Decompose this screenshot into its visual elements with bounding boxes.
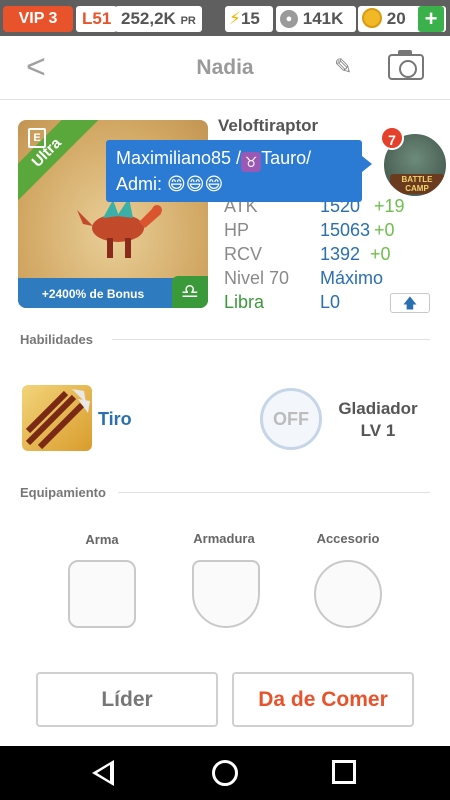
lightning-icon: ⚡ — [229, 9, 241, 28]
feed-button[interactable]: Da de Comer — [232, 672, 414, 727]
stat-label: RCV — [224, 244, 263, 264]
power-rating: 252,2K PR — [115, 6, 202, 32]
element-icon: E — [28, 128, 46, 148]
status-bar: VIP 3 L51 252,2K PR ⚡15 ● 141K 20 + — [0, 0, 450, 36]
food-counter[interactable]: ● 141K — [276, 6, 356, 32]
add-coins-button[interactable]: + — [418, 6, 444, 32]
system-nav-bar — [0, 746, 450, 800]
tooltip-line-2: Admi: 😄😄😄 — [116, 174, 224, 194]
player-level: L51 — [76, 6, 118, 32]
power-unit: PR — [180, 15, 196, 27]
edit-pencil-icon[interactable]: ✎ — [334, 54, 352, 80]
armor-slot[interactable] — [192, 560, 260, 628]
notification-badge: 7 — [380, 126, 404, 150]
energy-counter[interactable]: ⚡15 — [225, 6, 273, 32]
coins-counter: 20 + — [358, 6, 446, 32]
taurus-icon: ♉ — [241, 152, 262, 172]
stat-bonus: +0 — [374, 220, 395, 240]
stat-label: HP — [224, 220, 250, 240]
upgrade-arrow-button[interactable]: 🡅 — [390, 293, 430, 313]
stat-value: Máximo — [320, 268, 384, 288]
armor-label: Armadura — [193, 531, 255, 546]
stat-label: Nivel 70 — [224, 268, 290, 288]
page-header: < Nadia ✎ — [0, 36, 450, 100]
skills-section-title: Habilidades — [20, 332, 93, 347]
battle-camp-logo: BATTLE CAMP — [390, 174, 444, 194]
weapon-label: Arma — [85, 532, 119, 547]
arrows-skill-icon[interactable] — [22, 385, 92, 451]
pet-species: Veloftiraptor — [218, 116, 319, 135]
divider — [112, 339, 430, 340]
power-value: 252,2K — [121, 9, 176, 28]
stat-value: L0 — [320, 292, 341, 312]
passive-skill-name: Gladiador — [338, 399, 418, 418]
accessory-label: Accesorio — [316, 531, 380, 546]
accessory-slot[interactable] — [314, 560, 382, 628]
energy-value: 15 — [240, 9, 260, 28]
stat-bonus: +0 — [370, 244, 391, 264]
coin-icon — [362, 8, 382, 28]
page-title: Nadia — [196, 56, 254, 79]
stat-value: 15063 — [320, 220, 371, 240]
equipment-section-title: Equipamiento — [20, 485, 106, 500]
nav-home-icon[interactable] — [212, 760, 238, 786]
passive-skill-off-icon[interactable]: OFF — [260, 388, 322, 450]
arrows-icon — [25, 389, 90, 450]
tooltip-user: Maximiliano85 / — [116, 148, 242, 168]
paw-icon: ● — [280, 10, 298, 28]
camera-icon[interactable] — [388, 50, 424, 80]
leader-button[interactable]: Líder — [36, 672, 218, 727]
nav-recent-apps-icon[interactable] — [332, 760, 356, 784]
stat-label: Libra — [224, 292, 265, 312]
passive-skill-level: LV 1 — [360, 421, 396, 440]
passive-skill-info: Gladiador LV 1 — [330, 398, 426, 442]
chat-tooltip[interactable]: Maximiliano85 /♉ Tauro/ Admi: 😄😄😄 — [106, 140, 372, 202]
coins-value: 20 — [386, 9, 406, 28]
tooltip-line-1: Maximiliano85 /♉ Tauro/ — [116, 146, 352, 172]
food-value: 141K — [302, 9, 344, 28]
vip-badge[interactable]: VIP 3 — [3, 6, 73, 32]
nav-back-icon[interactable] — [92, 760, 114, 786]
skill-name[interactable]: Tiro — [98, 409, 132, 430]
weapon-slot[interactable] — [68, 560, 136, 628]
divider — [118, 492, 430, 493]
stat-bonus: +19 — [374, 196, 405, 216]
bonus-label: +2400% de Bonus — [41, 287, 145, 301]
tooltip-sign: Tauro/ — [261, 148, 312, 168]
stat-value: 1392 — [320, 244, 361, 264]
libra-zodiac-icon: ♎ — [172, 276, 208, 308]
